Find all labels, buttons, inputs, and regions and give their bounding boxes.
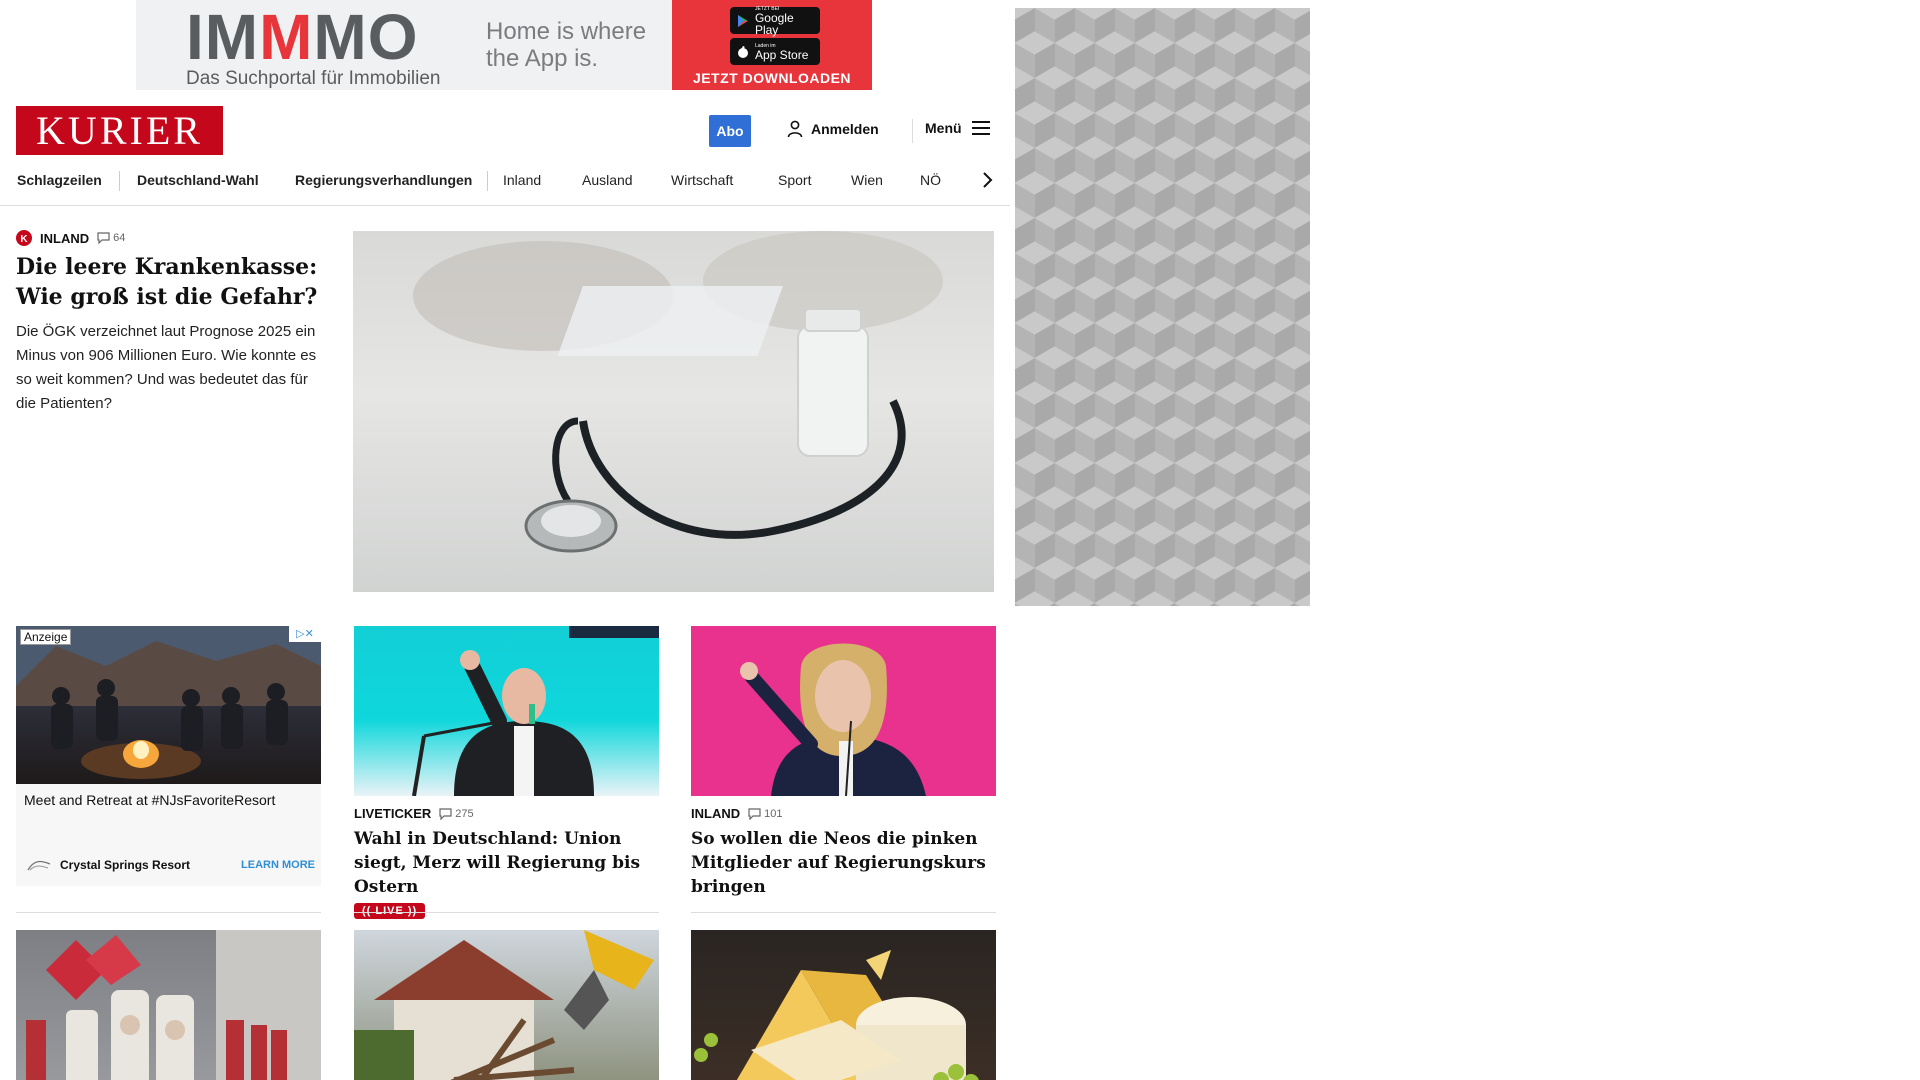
article-card-candles[interactable] (16, 930, 321, 1080)
header-divider (912, 119, 913, 143)
ad-advertiser[interactable]: Crystal Springs Resort (26, 858, 190, 872)
nav-divider (119, 171, 120, 191)
article-card-wahl[interactable]: LIVETICKER 275 Wahl in Deutschland: Unio… (354, 626, 659, 919)
article-image-neos[interactable] (691, 626, 996, 796)
apple-icon (738, 45, 748, 58)
card-comments[interactable]: 101 (748, 808, 782, 820)
ad-label: Anzeige (20, 629, 72, 645)
article-image-cheese[interactable] (691, 930, 996, 1080)
ad-cta-panel[interactable]: JETZT BEI Google Play Laden im App Store J… (672, 0, 872, 90)
lead-title[interactable]: Die leere Krankenkasse: Wie groß ist die… (16, 252, 326, 312)
menu-button[interactable]: Menü (925, 120, 990, 136)
row-divider (354, 912, 659, 913)
resort-logo-icon (27, 860, 51, 871)
card-title[interactable]: So wollen die Neos die pinken Mitglieder… (691, 827, 996, 899)
demolition-illustration (354, 930, 654, 1080)
login-label: Anmelden (811, 121, 879, 137)
section-nav: Schlagzeilen Deutschland-Wahl Regierungs… (0, 164, 1010, 206)
speaker-illustration (412, 626, 659, 796)
row-divider (16, 912, 321, 913)
card-meta: LIVETICKER 275 (354, 806, 659, 821)
nav-item-wirtschaft[interactable]: Wirtschaft (671, 172, 733, 188)
live-badge: (( LIVE )) (354, 903, 426, 919)
app-store-badge[interactable]: Laden im App Store (730, 38, 820, 65)
nav-item-ausland[interactable]: Ausland (582, 172, 633, 188)
article-card-demolition[interactable] (354, 930, 659, 1080)
kurier-logo[interactable]: KURIER (16, 106, 223, 155)
abo-button[interactable]: Abo (709, 115, 751, 147)
card-meta: INLAND 101 (691, 806, 996, 821)
nav-item-inland[interactable]: Inland (503, 172, 541, 188)
lead-comment-count: 64 (113, 232, 126, 244)
lead-story[interactable]: K INLAND 64 Die leere Krankenkasse: Wie … (16, 230, 326, 416)
row-divider (691, 912, 996, 913)
comment-icon (439, 807, 452, 820)
nav-divider (487, 171, 488, 191)
nav-item-regierungsverhandlungen[interactable]: Regierungsverhandlungen (295, 172, 472, 188)
login-button[interactable]: Anmelden (787, 120, 879, 138)
ad-close-icon[interactable]: ▷✕ (289, 626, 321, 642)
ad-copy[interactable]: Meet and Retreat at #NJsFavoriteResort C… (16, 784, 321, 886)
kurier-k-icon: K (16, 230, 32, 246)
card-section[interactable]: INLAND (691, 806, 740, 821)
lead-comments[interactable]: 64 (97, 232, 125, 244)
comment-icon (97, 232, 110, 244)
google-play-badge[interactable]: JETZT BEI Google Play (730, 6, 820, 37)
menu-label: Menü (925, 120, 962, 136)
nav-item-sport[interactable]: Sport (778, 172, 811, 188)
card-comment-count: 101 (764, 807, 783, 820)
lead-teaser: Die ÖGK verzeichnet laut Prognose 2025 e… (16, 323, 317, 412)
ad-download-cta[interactable]: JETZT DOWNLOADEN (672, 70, 872, 86)
card-comments[interactable]: 275 (439, 807, 474, 820)
sponsored-ad-card[interactable]: Anzeige ▷✕ Meet and Retreat at #NJsFavor… (16, 626, 321, 886)
nav-item-schlagzeilen[interactable]: Schlagzeilen (17, 172, 102, 188)
skyscraper-ad[interactable] (1015, 8, 1310, 606)
comment-icon (748, 807, 761, 820)
app-store-text: App Store (755, 47, 809, 62)
ad-advertiser-name: Crystal Springs Resort (60, 858, 191, 872)
user-icon (787, 120, 803, 138)
ad-slogan: Home is where the App is. (486, 18, 647, 72)
candles-illustration (26, 930, 321, 1080)
article-image-merz[interactable] (354, 626, 659, 796)
lead-section[interactable]: INLAND (40, 231, 89, 246)
ad-logo: IMMMO (186, 1, 419, 73)
ad-tagline: Das Suchportal für Immobilien (186, 68, 441, 89)
card-section[interactable]: LIVETICKER (354, 806, 431, 821)
google-play-text: Google Play (754, 10, 794, 37)
site-header: KURIER Abo Anmelden Menü (16, 106, 991, 156)
chevron-right-icon[interactable] (975, 168, 999, 192)
ad-learn-more-button[interactable]: LEARN MORE (241, 859, 315, 871)
google-play-icon (737, 14, 748, 27)
card-comment-count: 275 (455, 807, 474, 820)
svg-text:K: K (20, 234, 28, 245)
nav-item-wien[interactable]: Wien (851, 172, 883, 188)
ad-text[interactable]: Meet and Retreat at #NJsFavoriteResort (24, 792, 313, 808)
ad-brand: IMMMO Das Suchportal für Immobilien (136, 0, 486, 90)
cheese-illustration (694, 950, 979, 1080)
ad-image-campfire[interactable]: Anzeige ▷✕ (16, 626, 321, 784)
lead-image-stethoscope[interactable] (353, 231, 994, 592)
hamburger-icon (971, 121, 990, 135)
article-image-demolition[interactable] (354, 930, 659, 1080)
article-card-cheese[interactable] (691, 930, 996, 1080)
article-image-candles[interactable] (16, 930, 321, 1080)
top-banner-ad[interactable]: IMMMO Das Suchportal für Immobilien Home… (136, 0, 872, 90)
campfire-illustration (16, 626, 321, 779)
nav-item-noe[interactable]: NÖ (920, 172, 941, 188)
nav-item-deutschland-wahl[interactable]: Deutschland-Wahl (137, 172, 259, 188)
card-title[interactable]: Wahl in Deutschland: Union siegt, Merz w… (354, 827, 659, 899)
politician-illustration (740, 643, 926, 796)
article-card-neos[interactable]: INLAND 101 So wollen die Neos die pinken… (691, 626, 996, 899)
lead-meta: K INLAND 64 (16, 230, 326, 246)
stethoscope-illustration (413, 231, 943, 553)
